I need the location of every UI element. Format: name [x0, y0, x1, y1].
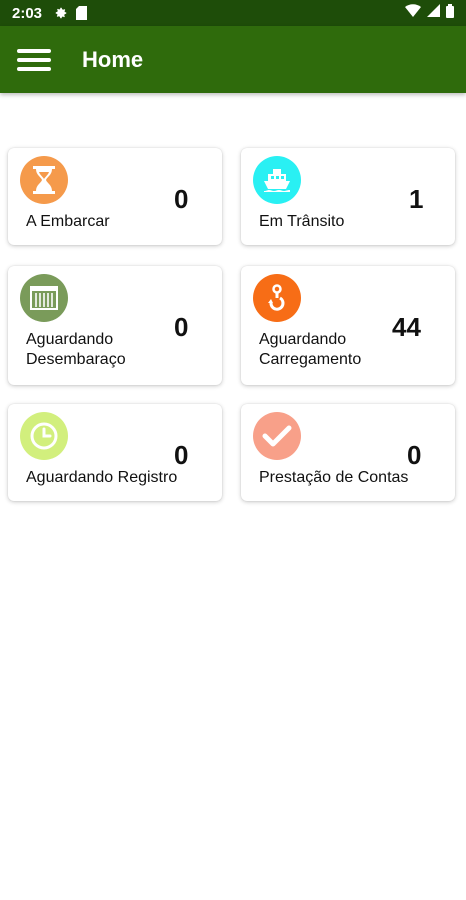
card-count: 0: [407, 440, 422, 470]
app-bar: Home: [0, 26, 466, 93]
page-title: Home: [82, 46, 144, 72]
card-label: Prestação de Contas: [259, 469, 409, 486]
battery-icon: [446, 3, 454, 23]
card-aguardando-registro[interactable]: 0 Aguardando Registro: [8, 404, 222, 501]
signal-icon: [427, 4, 440, 22]
card-count: 1: [409, 184, 424, 214]
card-count: 0: [174, 440, 189, 470]
card-count: 0: [174, 312, 189, 342]
status-bar: 2:03: [0, 0, 466, 26]
card-a-embarcar[interactable]: 0 A Embarcar: [8, 148, 222, 245]
card-label: Em Trânsito: [259, 213, 345, 230]
card-count: 0: [174, 184, 189, 214]
menu-button[interactable]: [0, 26, 66, 93]
clock-icon: [20, 412, 68, 460]
card-em-transito[interactable]: 1 Em Trânsito: [241, 148, 455, 245]
card-prestacao-de-contas[interactable]: 0 Prestação de Contas: [241, 404, 455, 501]
crane-hook-icon: [253, 274, 301, 322]
card-aguardando-desembaraco[interactable]: 0 Aguardando Desembaraço: [8, 266, 222, 385]
hamburger-menu-icon: [17, 44, 51, 76]
hourglass-icon: [20, 156, 68, 204]
card-label: A Embarcar: [26, 213, 110, 230]
sim-card-icon: [76, 6, 88, 20]
checkmark-icon: [253, 412, 301, 460]
card-label: Aguardando Registro: [26, 469, 178, 486]
card-aguardando-carregamento[interactable]: 44 Aguardando Carregamento: [241, 266, 455, 385]
ship-icon: [253, 156, 301, 204]
status-time: 2:03: [12, 4, 43, 22]
container-icon: [20, 274, 68, 322]
settings-icon: [54, 6, 68, 20]
wifi-icon: [405, 4, 421, 22]
card-label: Aguardando Carregamento: [259, 331, 362, 368]
card-label: Aguardando Desembaraço: [26, 331, 126, 368]
card-count: 44: [392, 312, 421, 342]
